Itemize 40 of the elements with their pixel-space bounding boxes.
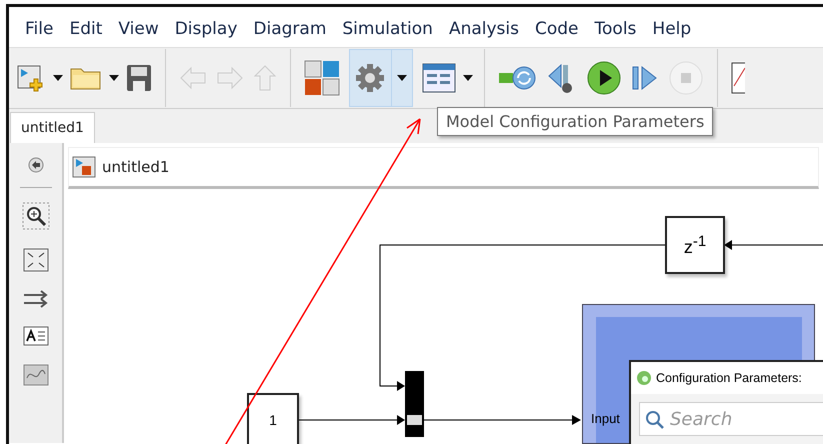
run-icon[interactable] bbox=[586, 60, 622, 96]
list-window-icon[interactable] bbox=[422, 63, 456, 93]
menu-item[interactable]: Diagram bbox=[245, 15, 334, 39]
port-label: Input bbox=[591, 411, 620, 426]
menu-item[interactable]: Edit bbox=[61, 15, 110, 39]
caret-icon[interactable] bbox=[53, 75, 63, 81]
model-tab[interactable]: untitled1 bbox=[10, 112, 95, 143]
model-icon bbox=[72, 156, 96, 178]
menu-item[interactable]: Code bbox=[527, 15, 587, 39]
caret-icon[interactable] bbox=[109, 75, 119, 81]
delay-block: z$^{-1}$ bbox=[665, 216, 725, 274]
tooltip: Model Configuration Parameters bbox=[437, 107, 714, 136]
save-icon[interactable] bbox=[126, 64, 152, 92]
constant-block: 1 bbox=[247, 393, 299, 444]
route-lines-icon[interactable] bbox=[22, 290, 48, 308]
step-forward-icon[interactable] bbox=[631, 64, 659, 92]
menu-item[interactable]: Help bbox=[644, 15, 700, 39]
fit-view-icon[interactable] bbox=[22, 248, 48, 272]
refresh-link-icon[interactable] bbox=[498, 64, 538, 92]
annotation-icon[interactable] bbox=[22, 326, 48, 346]
breadcrumb-link[interactable]: untitled1 bbox=[102, 158, 170, 176]
menu-item[interactable]: Simulation bbox=[334, 15, 441, 39]
dialog-title: Configuration Parameters: bbox=[656, 371, 802, 385]
library-browser-icon[interactable] bbox=[304, 60, 340, 96]
menu-item[interactable]: View bbox=[110, 15, 167, 39]
back-icon[interactable] bbox=[28, 157, 44, 173]
plot-icon[interactable] bbox=[731, 62, 745, 94]
caret-icon[interactable] bbox=[397, 75, 407, 81]
gear-icon bbox=[355, 63, 385, 93]
search-field[interactable]: Search bbox=[639, 402, 823, 436]
search-icon bbox=[645, 410, 665, 430]
menu-item[interactable]: Analysis bbox=[440, 15, 527, 39]
gear-icon bbox=[636, 370, 652, 386]
menu-item[interactable]: File bbox=[17, 15, 62, 39]
zoom-icon[interactable] bbox=[22, 202, 50, 230]
menu-item[interactable]: Display bbox=[166, 15, 246, 39]
settings-button[interactable] bbox=[349, 49, 413, 107]
menu-item[interactable]: Tools bbox=[586, 15, 644, 39]
image-icon[interactable] bbox=[22, 364, 48, 386]
caret-icon[interactable] bbox=[463, 75, 473, 81]
